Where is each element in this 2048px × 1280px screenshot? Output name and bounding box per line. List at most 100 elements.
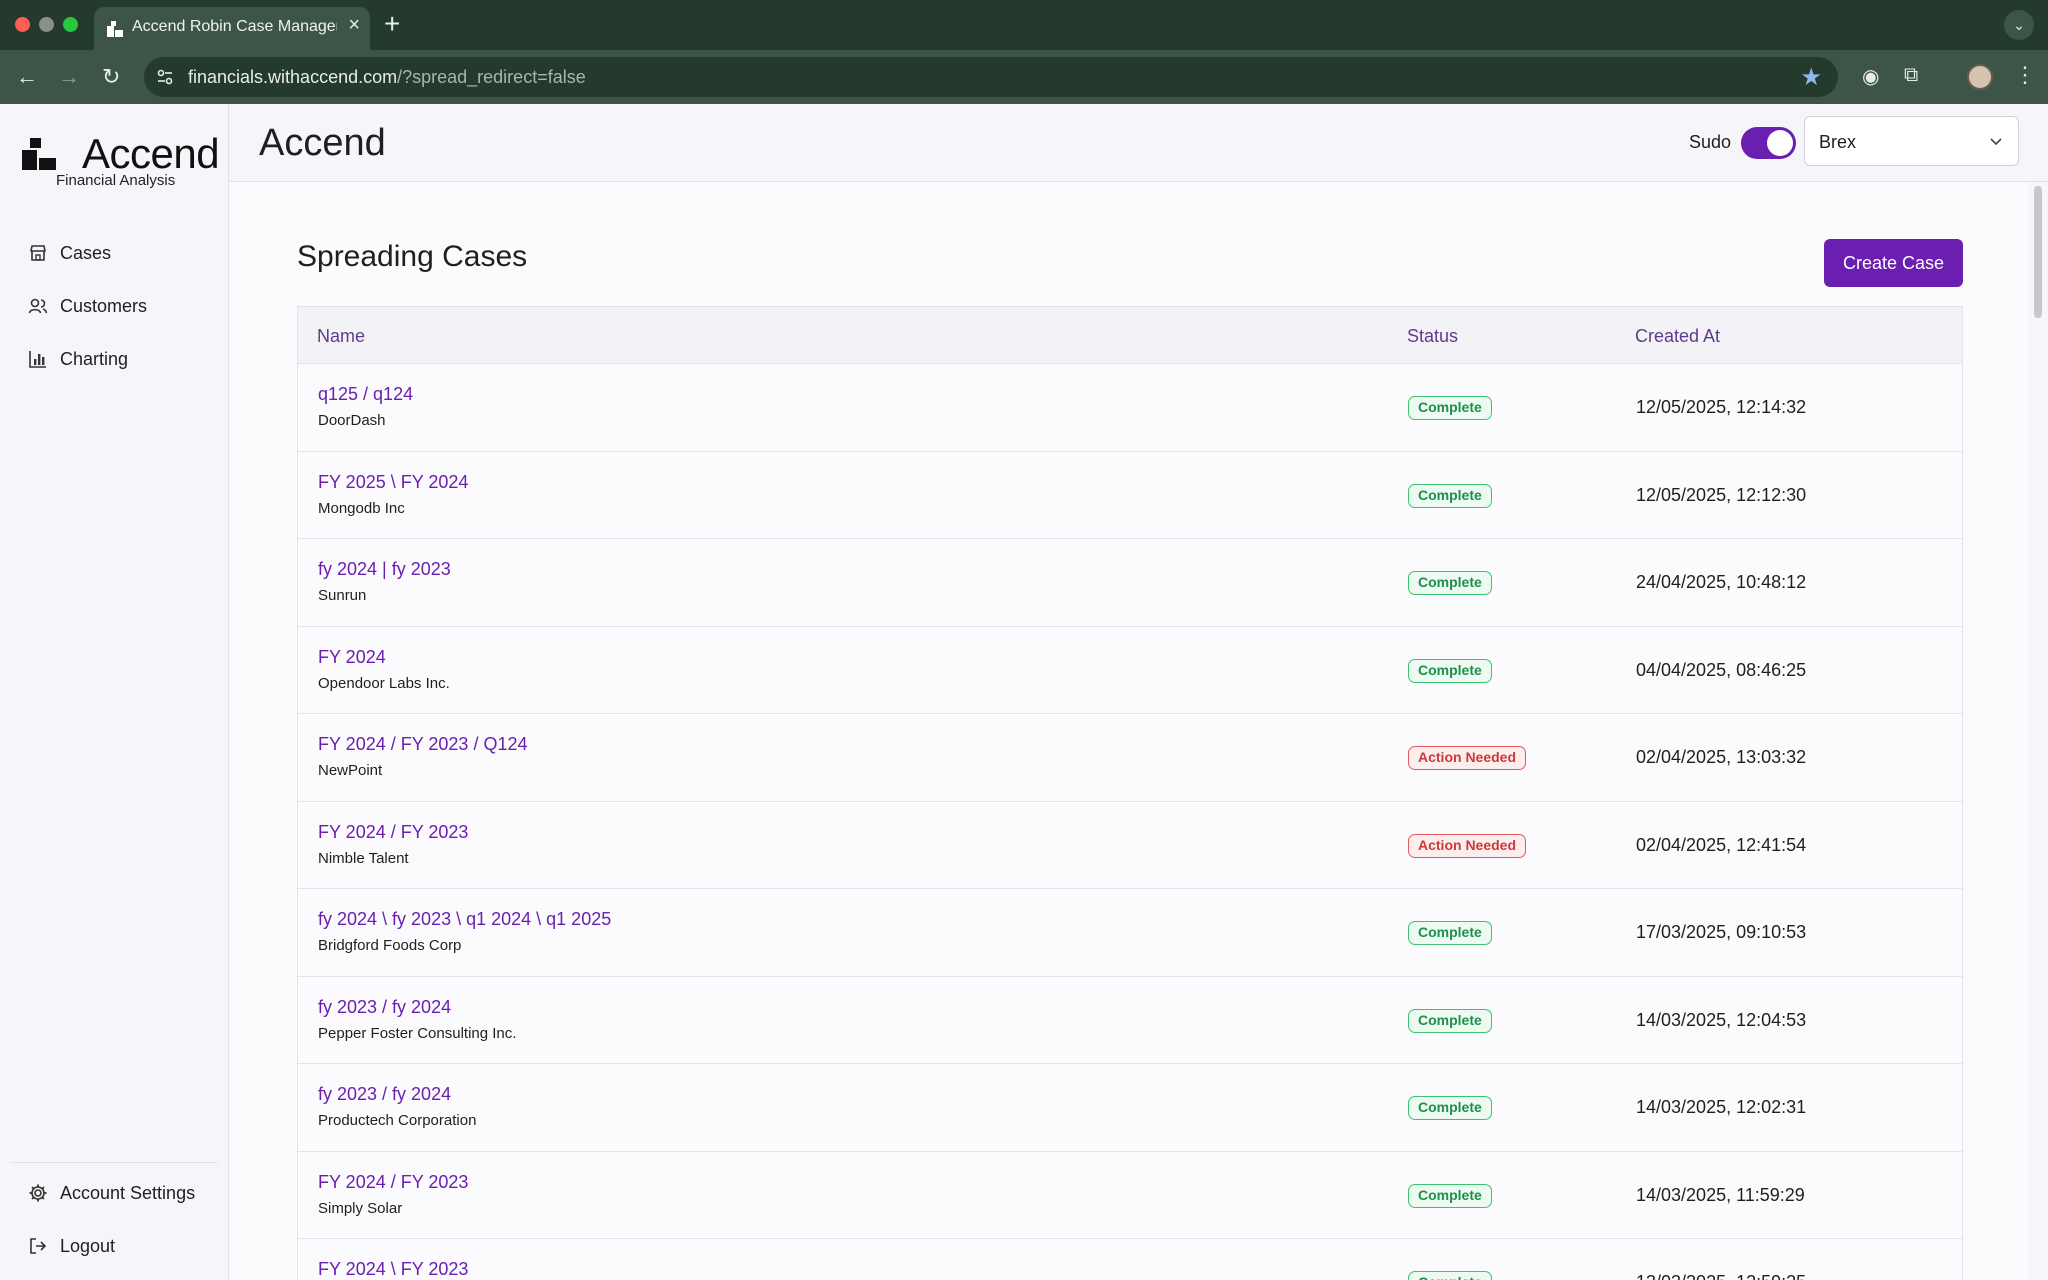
sidebar-divider <box>10 1162 218 1163</box>
created-at-value: 14/03/2025, 12:04:53 <box>1636 1009 1807 1030</box>
case-name-link[interactable]: fy 2024 | fy 2023 <box>318 559 451 580</box>
status-badge: Complete <box>1408 1096 1492 1120</box>
logo-subtitle: Financial Analysis <box>56 172 176 189</box>
site-info-icon[interactable] <box>156 68 174 86</box>
table-row[interactable]: FY 2024 Opendoor Labs Inc. Complete 04/04/2… <box>298 626 1962 714</box>
table-row[interactable]: FY 2024 / FY 2023 / Q124 NewPoint Action N… <box>298 714 1962 802</box>
sidebar-item-customers[interactable]: Customers <box>28 291 147 321</box>
status-badge: Action Needed <box>1408 746 1527 770</box>
accend-logo-icon <box>22 138 56 170</box>
status-badge: Action Needed <box>1408 833 1527 858</box>
sidebar-item-logout[interactable]: Logout <box>28 1231 115 1261</box>
created-at-value: 13/03/2025, 12:59:25 <box>1636 1272 1806 1280</box>
logout-icon <box>30 1238 47 1254</box>
sidebar-item-cases[interactable]: Cases <box>28 238 111 268</box>
status-badge: Complete <box>1408 1271 1492 1280</box>
case-customer-name: Bridgford Foods Corp <box>318 937 462 954</box>
maximize-window-button[interactable] <box>63 17 78 32</box>
tab-search-icon[interactable]: ⌄ <box>2004 10 2034 40</box>
table-row[interactable]: fy 2023 / fy 2024 Productech Corporation C… <box>298 1064 1962 1152</box>
case-customer-name: Pepper Foster Consulting Inc. <box>318 1024 517 1042</box>
app-header: Accend Sudo Brex <box>229 104 2048 182</box>
cases-table: Name Status Created At q125 / q124 DoorDa… <box>297 306 1963 1280</box>
users-icon <box>28 298 48 314</box>
new-tab-icon[interactable]: + <box>384 7 400 41</box>
case-customer-name: Nimble Talent <box>318 849 409 867</box>
table-row[interactable]: fy 2024 \ fy 2023 \ q1 2024 \ q1 2025 Bri… <box>298 889 1962 977</box>
case-name-link[interactable]: FY 2024 / FY 2023 / Q124 <box>318 734 527 755</box>
back-icon[interactable]: ← <box>16 64 38 90</box>
bar-chart-icon <box>29 351 46 368</box>
status-badge: Complete <box>1408 1008 1492 1033</box>
table-row[interactable]: FY 2024 / FY 2023 Simply Solar Complete 14/… <box>298 1151 1962 1239</box>
case-customer-name: Sunrun <box>318 587 367 604</box>
password-manager-icon[interactable]: ◉ <box>1862 64 1879 89</box>
toggle-knob <box>1767 130 1793 156</box>
sidebar-item-label: Charting <box>60 348 129 369</box>
case-name-link[interactable]: q125 / q124 <box>318 384 413 405</box>
extensions-icon[interactable]: ⧉ <box>1904 64 1918 87</box>
status-badge: Complete <box>1408 658 1492 683</box>
logo-text: Accend <box>82 130 220 177</box>
table-row[interactable]: FY 2024 / FY 2023 Nimble Talent Action Nee… <box>298 801 1962 889</box>
url-text: financials.withaccend.com/?spread_redire… <box>188 67 586 88</box>
table-header: Name Status Created At <box>298 307 1962 364</box>
case-name-link[interactable]: FY 2024 / FY 2023 <box>318 822 468 843</box>
main-scrollbar[interactable] <box>2028 182 2048 1280</box>
case-customer-name: Mongodb Inc <box>318 499 405 517</box>
tab-title: Accend Robin Case Management <box>132 18 337 35</box>
case-name-link[interactable]: fy 2023 / fy 2024 <box>318 997 451 1018</box>
table-row[interactable]: q125 / q124 DoorDash Complete 12/05/2025, 1… <box>298 364 1962 452</box>
case-name-link[interactable]: fy 2024 \ fy 2023 \ q1 2024 \ q1 2025 <box>318 909 611 930</box>
table-row[interactable]: FY 2024 \ FY 2023 Complete 13/03/2025, 12:… <box>298 1239 1962 1280</box>
sidebar-item-label: Logout <box>60 1235 116 1256</box>
forward-icon[interactable]: → <box>58 64 80 90</box>
close-window-button[interactable] <box>15 17 30 32</box>
column-header-name[interactable]: Name <box>317 326 365 347</box>
scrollbar-thumb[interactable] <box>2034 186 2042 318</box>
created-at-value: 02/04/2025, 13:03:32 <box>1636 747 1807 767</box>
table-row[interactable]: fy 2024 | fy 2023 Sunrun Complete 24/04/202… <box>298 539 1962 627</box>
case-name-link[interactable]: FY 2025 \ FY 2024 <box>318 472 468 493</box>
reload-icon[interactable]: ↻ <box>102 64 120 90</box>
browser-tab-active[interactable]: Accend Robin Case Management × <box>94 7 370 50</box>
case-customer-name: DoorDash <box>318 412 386 429</box>
sidebar-item-account-settings[interactable]: Account Settings <box>28 1178 195 1208</box>
status-badge: Complete <box>1408 483 1492 508</box>
case-name-link[interactable]: FY 2024 \ FY 2023 <box>318 1259 468 1280</box>
created-at-value: 24/04/2025, 10:48:12 <box>1636 572 1807 592</box>
tab-close-icon[interactable]: × <box>348 14 360 37</box>
minimize-window-button[interactable] <box>39 17 54 32</box>
address-bar[interactable]: financials.withaccend.com/?spread_redire… <box>144 57 1838 97</box>
created-at-value: 14/03/2025, 12:02:31 <box>1636 1097 1807 1117</box>
sudo-toggle[interactable] <box>1741 127 1796 159</box>
table-row[interactable]: FY 2025 \ FY 2024 Mongodb Inc Complete 12/0… <box>298 451 1962 539</box>
status-badge: Complete <box>1408 571 1492 595</box>
url-path: /?spread_redirect=false <box>397 67 586 87</box>
chevron-down-icon <box>1990 138 2002 146</box>
organization-select[interactable]: Brex <box>1804 116 2019 166</box>
profile-avatar[interactable] <box>1967 64 1993 90</box>
column-header-created-at[interactable]: Created At <box>1635 326 1720 347</box>
url-domain: financials.withaccend.com <box>188 67 398 87</box>
table-row[interactable]: fy 2023 / fy 2024 Pepper Foster Consultin… <box>298 976 1962 1064</box>
column-header-status[interactable]: Status <box>1407 326 1458 347</box>
browser-menu-icon[interactable]: ⋮ <box>2014 62 2036 88</box>
create-case-button[interactable]: Create Case <box>1824 239 1963 287</box>
case-name-link[interactable]: FY 2024 <box>318 647 386 668</box>
status-badge: Complete <box>1408 396 1492 420</box>
sidebar-item-charting[interactable]: Charting <box>28 344 128 374</box>
created-at-value: 12/05/2025, 12:12:30 <box>1636 484 1807 505</box>
sidebar-item-label: Cases <box>60 242 112 263</box>
organization-select-value: Brex <box>1819 132 1857 152</box>
browser-toolbar: ← → ↻ financials.withaccend.com/?spread_… <box>0 50 2048 104</box>
store-icon <box>30 245 46 261</box>
accend-favicon-icon <box>107 21 123 37</box>
case-customer-name: Opendoor Labs Inc. <box>318 674 450 692</box>
case-name-link[interactable]: FY 2024 / FY 2023 <box>318 1172 468 1193</box>
bookmark-star-icon[interactable]: ★ <box>1800 63 1822 92</box>
sidebar-item-label: Account Settings <box>60 1182 196 1203</box>
sudo-label: Sudo <box>1689 132 1732 152</box>
status-badge: Complete <box>1408 921 1492 945</box>
case-name-link[interactable]: fy 2023 / fy 2024 <box>318 1084 451 1105</box>
